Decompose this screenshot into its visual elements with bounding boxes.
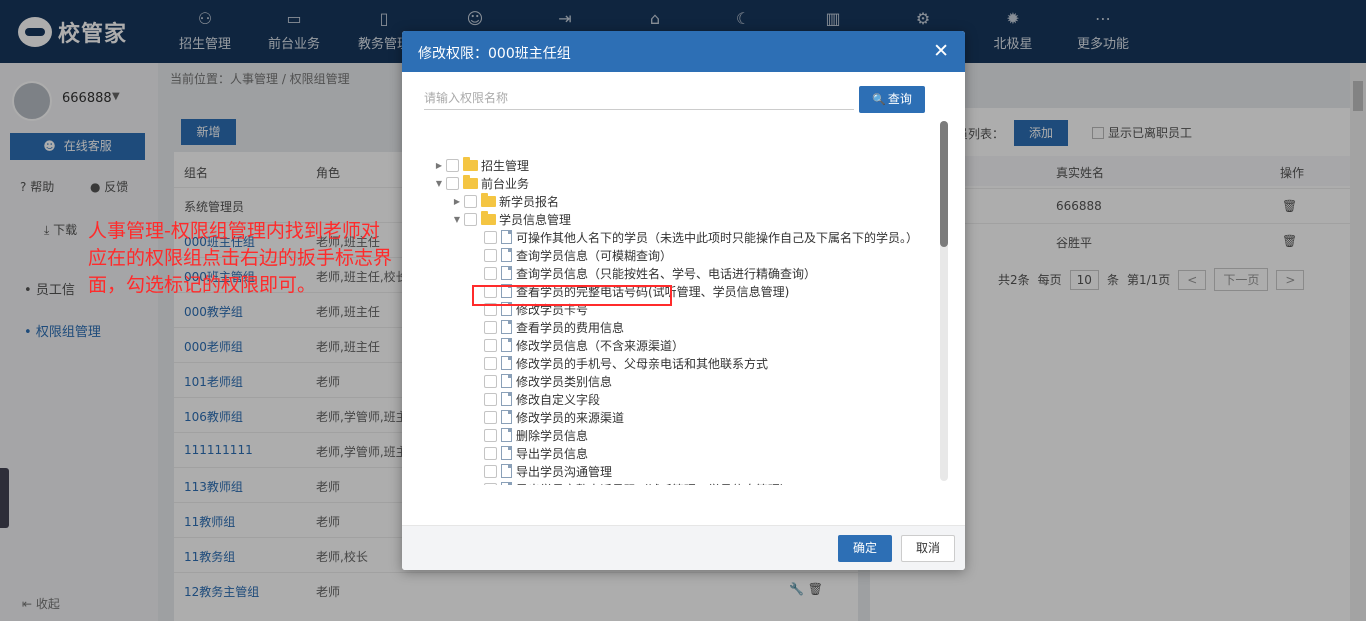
permission-checkbox[interactable] [484,356,497,370]
permission-checkbox[interactable] [464,194,477,208]
tree-permission-node[interactable]: 修改学员的手机号、父母亲电话和其他联系方式 [470,354,768,372]
search-button-label: 查询 [887,92,912,106]
tree-node-label[interactable]: 查看学员的完整电话号码(试听管理、学员信息管理) [516,283,789,300]
permission-checkbox[interactable] [484,446,497,460]
document-icon [501,464,512,478]
close-icon[interactable]: ✕ [933,40,949,62]
annotation-text: 人事管理-权限组管理内找到老师对应在的权限组点击右边的扳手标志界面，勾选标记的权… [88,220,393,296]
permission-checkbox[interactable] [484,428,497,442]
confirm-button[interactable]: 确定 [838,535,892,562]
dialog-header: 修改权限：000班主任组 ✕ [402,31,965,72]
document-icon [501,320,512,334]
folder-icon [463,174,478,189]
collapse-arrow-icon[interactable]: ▼ [432,179,446,188]
permission-checkbox[interactable] [484,302,497,316]
tree-permission-node[interactable]: 修改学员信息（不含来源渠道） [470,336,684,354]
tree-node-label[interactable]: 修改学员的手机号、父母亲电话和其他联系方式 [516,355,768,372]
folder-icon [481,192,496,207]
tree-node-label[interactable]: 导出学员完整电话号码（试听管理、学员信息管理） [516,481,792,486]
dialog-footer: 确定 取消 [402,525,965,570]
tree-node-label[interactable]: 新学员报名 [499,193,559,210]
document-icon [501,356,512,370]
search-icon: 🔍 [872,93,886,106]
tree-permission-node[interactable]: 修改学员类别信息 [470,372,612,390]
edit-permission-dialog: 修改权限：000班主任组 ✕ 🔍查询 ▶ 招生管理 ▼ 前台业务 ▶ 新学员报名 ▼ 学员信息… [402,31,965,570]
tree-node-label[interactable]: 删除学员信息 [516,427,588,444]
document-icon [501,410,512,424]
tree-folder-node[interactable]: ▶ 新学员报名 [450,192,559,210]
expand-arrow-icon[interactable]: ▶ [450,197,464,206]
folder-icon [463,156,478,171]
tree-node-label[interactable]: 可操作其他人名下的学员（未选中此项时只能操作自己及下属名下的学员。） [516,229,918,246]
tree-node-label[interactable]: 修改自定义字段 [516,391,600,408]
tree-node-label[interactable]: 导出学员信息 [516,445,588,462]
tree-node-label[interactable]: 修改学员卡号 [516,301,588,318]
search-button[interactable]: 🔍 查询 [859,86,925,113]
tree-permission-node[interactable]: 查看学员的费用信息 [470,318,624,336]
document-icon [501,392,512,406]
permission-search-input[interactable] [424,86,854,110]
tree-permission-node[interactable]: 查看学员的完整电话号码(试听管理、学员信息管理) [470,282,789,300]
tree-permission-node[interactable]: 修改自定义字段 [470,390,600,408]
tree-node-label[interactable]: 招生管理 [481,157,529,174]
tree-permission-node[interactable]: 修改学员卡号 [470,300,588,318]
permission-checkbox[interactable] [484,284,497,298]
permission-checkbox[interactable] [484,410,497,424]
tree-node-label[interactable]: 导出学员沟通管理 [516,463,612,480]
tree-scrollbar[interactable] [940,121,948,481]
document-icon [501,248,512,262]
tree-folder-node[interactable]: ▼ 学员信息管理 [450,210,571,228]
permission-checkbox[interactable] [484,266,497,280]
tree-node-label[interactable]: 修改学员信息（不含来源渠道） [516,337,684,354]
document-icon [501,428,512,442]
permission-checkbox[interactable] [484,482,497,485]
permission-checkbox[interactable] [484,374,497,388]
document-icon [501,266,512,280]
permission-checkbox[interactable] [484,338,497,352]
tree-permission-node[interactable]: 可操作其他人名下的学员（未选中此项时只能操作自己及下属名下的学员。） [470,228,918,246]
document-icon [501,338,512,352]
document-icon [501,302,512,316]
permission-checkbox[interactable] [446,158,459,172]
cancel-button[interactable]: 取消 [901,535,955,562]
tree-permission-node[interactable]: 查询学员信息（可模糊查询） [470,246,672,264]
tree-scrollbar-thumb[interactable] [940,121,948,247]
permission-checkbox[interactable] [446,176,459,190]
permission-checkbox[interactable] [484,464,497,478]
document-icon [501,446,512,460]
expand-arrow-icon[interactable]: ▶ [432,161,446,170]
tree-permission-node[interactable]: 导出学员沟通管理 [470,462,612,480]
tree-permission-node[interactable]: 修改学员的来源渠道 [470,408,624,426]
permission-tree: ▶ 招生管理 ▼ 前台业务 ▶ 新学员报名 ▼ 学员信息管理 可操作其他人名下的学员（未选中此项… [424,119,948,485]
tree-permission-node[interactable]: 导出学员完整电话号码（试听管理、学员信息管理） [470,480,792,485]
tree-permission-node[interactable]: 导出学员信息 [470,444,588,462]
permission-checkbox[interactable] [484,392,497,406]
tree-node-label[interactable]: 查询学员信息（可模糊查询） [516,247,672,264]
tree-node-label[interactable]: 查询学员信息（只能按姓名、学号、电话进行精确查询） [516,265,816,282]
tree-node-label[interactable]: 查看学员的费用信息 [516,319,624,336]
tree-node-label[interactable]: 修改学员的来源渠道 [516,409,624,426]
folder-icon [481,210,496,225]
permission-checkbox[interactable] [464,212,477,226]
dialog-title: 修改权限：000班主任组 [418,46,571,62]
tree-node-label[interactable]: 学员信息管理 [499,211,571,228]
tree-node-label[interactable]: 前台业务 [481,175,529,192]
tree-permission-node[interactable]: 查询学员信息（只能按姓名、学号、电话进行精确查询） [470,264,816,282]
document-icon [501,374,512,388]
tree-permission-node[interactable]: 删除学员信息 [470,426,588,444]
permission-checkbox[interactable] [484,230,497,244]
document-icon [501,230,512,244]
tree-node-label[interactable]: 修改学员类别信息 [516,373,612,390]
permission-checkbox[interactable] [484,248,497,262]
tree-folder-node[interactable]: ▼ 前台业务 [432,174,529,192]
collapse-arrow-icon[interactable]: ▼ [450,215,464,224]
document-icon [501,482,512,485]
document-icon [501,284,512,298]
permission-checkbox[interactable] [484,320,497,334]
tree-folder-node[interactable]: ▶ 招生管理 [432,156,529,174]
